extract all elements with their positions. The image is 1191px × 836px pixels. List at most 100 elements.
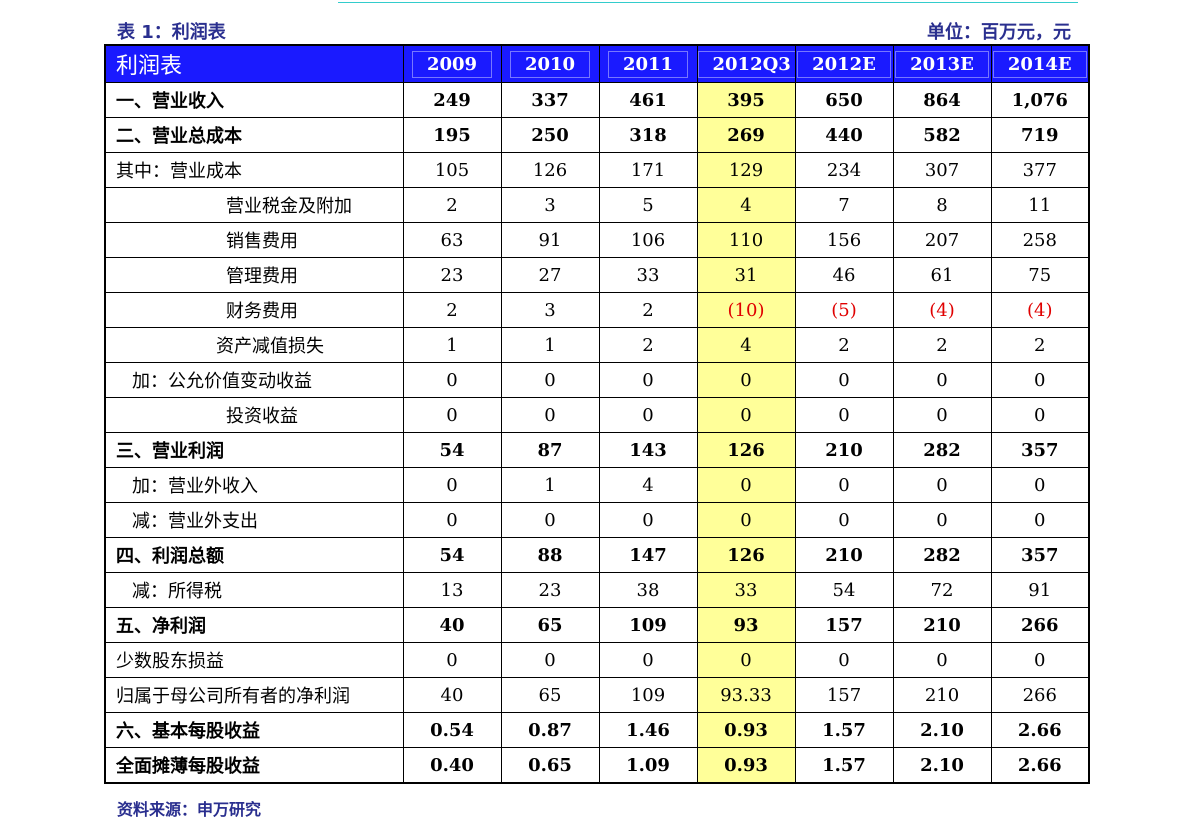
table-cell: 1.09 (598, 747, 698, 784)
table-cell: 2 (598, 292, 698, 328)
table-cell: 4 (696, 327, 796, 363)
table-cell: 27 (500, 257, 600, 293)
table-cell: 318 (598, 117, 698, 153)
table-cell: 65 (500, 677, 600, 713)
table-cell: 3 (500, 187, 600, 223)
column-header-label: 2013E (895, 50, 989, 78)
row-label: 资产减值损失 (104, 327, 404, 363)
table-row: 加：营业外收入 0 1 4 0 0 0 0 (104, 467, 1090, 503)
table-cell: 61 (892, 257, 992, 293)
table-cell: 207 (892, 222, 992, 258)
table-cell: 0.93 (696, 747, 796, 784)
column-header-label: 2012E (797, 50, 891, 78)
table-cell: 2 (794, 327, 894, 363)
table-cell: 157 (794, 607, 894, 643)
column-header-2010: 2010 (500, 44, 600, 83)
table-cell: 0 (402, 642, 502, 678)
row-label: 投资收益 (104, 397, 404, 433)
table-row: 资产减值损失 1 1 2 4 2 2 2 (104, 327, 1090, 363)
table-cell: 0 (402, 362, 502, 398)
column-header-2013e: 2013E (892, 44, 992, 83)
table-cell: 269 (696, 117, 796, 153)
table-cell: 2.66 (990, 747, 1090, 784)
table-cell: 0 (892, 642, 992, 678)
top-rule (338, 2, 1078, 3)
table-cell: 11 (990, 187, 1090, 223)
column-header-2012e: 2012E (794, 44, 894, 83)
table-cell: 461 (598, 82, 698, 118)
column-header-label: 2010 (509, 50, 591, 78)
table-cell: 357 (990, 537, 1090, 573)
table-cell: 0 (696, 397, 796, 433)
table-cell: 1,076 (990, 82, 1090, 118)
table-cell: 1 (500, 467, 600, 503)
row-label: 加：营业外收入 (104, 467, 404, 503)
table-cell: (5) (794, 292, 894, 328)
table-cell: 129 (696, 152, 796, 188)
table-cell: 3 (500, 292, 600, 328)
row-label: 三、营业利润 (104, 432, 404, 468)
table-title: 利润表 (104, 44, 404, 83)
table-cell: 0 (990, 467, 1090, 503)
table-cell: 307 (892, 152, 992, 188)
row-label: 一、营业收入 (104, 82, 404, 118)
table-cell: 93.33 (696, 677, 796, 713)
table-cell: 395 (696, 82, 796, 118)
table-cell: 0 (598, 642, 698, 678)
table-cell: 0 (696, 362, 796, 398)
table-cell: 440 (794, 117, 894, 153)
row-label: 全面摊薄每股收益 (104, 747, 404, 784)
row-label: 少数股东损益 (104, 642, 404, 678)
income-statement-table: 利润表 2009 2010 2011 2012Q3 2012E 2013E 2014E 一、… (104, 44, 1090, 784)
row-label: 四、利润总额 (104, 537, 404, 573)
table-cell: 0.87 (500, 712, 600, 748)
table-row: 财务费用 2 3 2 (10) (5) (4) (4) (104, 292, 1090, 328)
table-cell: 88 (500, 537, 600, 573)
table-cell: 0 (990, 397, 1090, 433)
table-cell: 0 (500, 397, 600, 433)
row-label: 其中：营业成本 (104, 152, 404, 188)
column-header-2009: 2009 (402, 44, 502, 83)
table-cell: 1.57 (794, 747, 894, 784)
table-cell: 2 (402, 187, 502, 223)
column-header-label: 2012Q3 (698, 50, 794, 78)
table-cell: 65 (500, 607, 600, 643)
table-cell: 0 (990, 362, 1090, 398)
table-cell: 87 (500, 432, 600, 468)
table-cell: 0 (794, 642, 894, 678)
table-cell: 72 (892, 572, 992, 608)
table-cell: 126 (696, 537, 796, 573)
table-cell: 210 (794, 537, 894, 573)
table-cell: 63 (402, 222, 502, 258)
table-header-row: 利润表 2009 2010 2011 2012Q3 2012E 2013E 2014E (104, 44, 1090, 83)
table-cell: 0 (892, 502, 992, 538)
table-cell: (4) (892, 292, 992, 328)
table-cell: 337 (500, 82, 600, 118)
table-cell: 0 (500, 642, 600, 678)
table-cell: 0 (794, 502, 894, 538)
table-row: 全面摊薄每股收益 0.40 0.65 1.09 0.93 1.57 2.10 2.66 (104, 747, 1090, 784)
table-cell: 40 (402, 607, 502, 643)
table-row: 一、营业收入 249 337 461 395 650 864 1,076 (104, 82, 1090, 118)
table-cell: 266 (990, 677, 1090, 713)
row-label: 五、净利润 (104, 607, 404, 643)
table-cell: 249 (402, 82, 502, 118)
row-label: 销售费用 (104, 222, 404, 258)
column-header-2012q3: 2012Q3 (696, 44, 796, 83)
table-cell: 258 (990, 222, 1090, 258)
table-cell: 357 (990, 432, 1090, 468)
table-cell: 0 (598, 397, 698, 433)
table-cell: 0.54 (402, 712, 502, 748)
table-cell: 864 (892, 82, 992, 118)
table-cell: 0 (402, 467, 502, 503)
table-cell: 0.93 (696, 712, 796, 748)
table-cell: 0 (892, 397, 992, 433)
table-cell: 31 (696, 257, 796, 293)
table-cell: 2.10 (892, 712, 992, 748)
table-row: 二、营业总成本 195 250 318 269 440 582 719 (104, 117, 1090, 153)
column-header-2011: 2011 (598, 44, 698, 83)
unit-label: 单位：百万元，元 (927, 22, 1071, 43)
table-cell: 0 (402, 502, 502, 538)
table-cell: 1 (402, 327, 502, 363)
table-cell: 210 (794, 432, 894, 468)
